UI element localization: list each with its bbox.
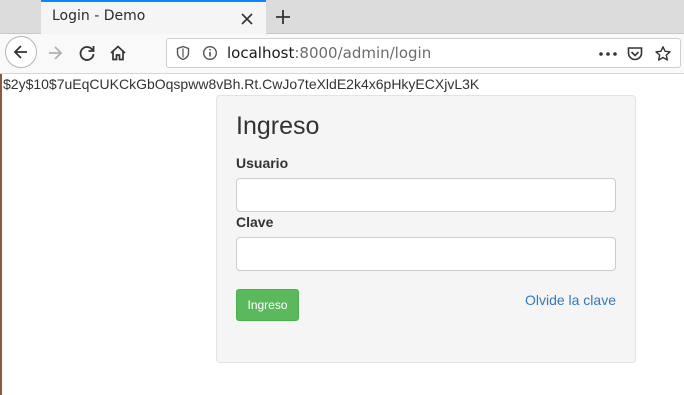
bookmark-star-icon[interactable] [654, 45, 672, 63]
login-submit-button[interactable]: Ingreso [236, 289, 299, 321]
info-icon[interactable] [202, 45, 218, 61]
plus-icon[interactable] [273, 7, 293, 27]
tracking-shield-icon[interactable] [175, 45, 191, 61]
url-path: :8000/admin/login [294, 44, 432, 62]
back-button[interactable] [5, 36, 37, 68]
forward-arrow-icon[interactable] [45, 43, 65, 63]
tab-strip: Login - Demo [0, 0, 684, 34]
page-title: Ingreso [236, 112, 320, 140]
back-arrow-icon [13, 45, 27, 59]
url-bar[interactable]: localhost:8000/admin/login [166, 38, 681, 68]
navigation-bar: localhost:8000/admin/login [0, 34, 684, 74]
tab-title: Login - Demo [52, 8, 146, 24]
home-icon[interactable] [108, 43, 128, 63]
url-text[interactable]: localhost:8000/admin/login [227, 44, 431, 62]
hash-output-text: $2y$10$7uEqCUKCkGbOqspww8vBh.Rt.CwJo7teX… [3, 76, 480, 92]
close-icon[interactable] [240, 12, 254, 26]
more-dots-icon[interactable] [598, 50, 618, 58]
login-panel: Ingreso Usuario Clave Ingreso Olvide la … [216, 95, 636, 363]
page-left-edge [0, 74, 2, 395]
password-label: Clave [236, 214, 274, 230]
forgot-password-link[interactable]: Olvide la clave [525, 292, 616, 308]
password-field[interactable] [236, 237, 616, 271]
url-host: localhost [227, 44, 295, 62]
reload-icon[interactable] [77, 43, 97, 63]
pocket-icon[interactable] [626, 45, 644, 63]
username-field[interactable] [236, 178, 616, 212]
username-label: Usuario [236, 155, 289, 171]
browser-tab[interactable]: Login - Demo [41, 0, 266, 34]
